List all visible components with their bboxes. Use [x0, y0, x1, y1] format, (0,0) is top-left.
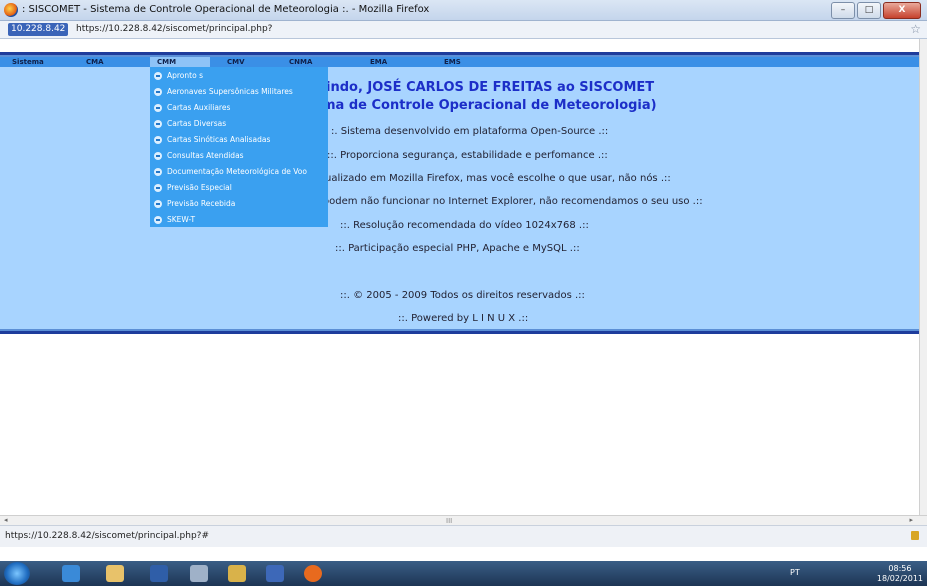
menu-option-previsao-especial[interactable]: Previsão Especial	[154, 180, 232, 195]
media-player-icon[interactable]	[150, 565, 168, 582]
menu-option-label: Consultas Atendidas	[167, 151, 244, 160]
bottom-rule	[0, 331, 919, 334]
site-identity-badge[interactable]: 10.228.8.42	[8, 23, 69, 36]
word-icon[interactable]	[266, 565, 284, 582]
arrow-circle-icon	[154, 167, 162, 176]
info-line: ::. Resolução recomendada do vídeo 1024x…	[340, 220, 589, 231]
main-menu: Sistema CMA CMM CMV CNMA EMA EMS	[0, 57, 919, 67]
arrow-circle-icon	[154, 119, 162, 128]
info-line: :. Sistema desenvolvido em plataforma Op…	[331, 126, 609, 137]
menu-item-ema[interactable]: EMA	[370, 57, 387, 67]
menu-option-aeronaves[interactable]: Aeronaves Supersônicas Militares	[154, 84, 293, 99]
info-line: ::. Proporciona segurança, estabilidade …	[327, 150, 608, 161]
menu-option-previsao-recebida[interactable]: Previsão Recebida	[154, 196, 235, 211]
arrow-circle-icon	[154, 151, 162, 160]
arrow-circle-icon	[154, 215, 162, 224]
url-input[interactable]: https://10.228.8.42/siscomet/principal.p…	[76, 24, 272, 34]
close-button[interactable]: X	[883, 2, 921, 19]
menu-item-sistema[interactable]: Sistema	[12, 57, 44, 67]
menu-item-cmm[interactable]: CMM	[150, 57, 210, 67]
arrow-circle-icon	[154, 71, 162, 80]
menu-item-cma[interactable]: CMA	[86, 57, 104, 67]
windows-taskbar: PT 08:56 18/02/2011	[0, 561, 927, 586]
menu-option-label: Cartas Sinóticas Analisadas	[167, 135, 271, 144]
page-content: Sistema CMA CMM CMV CNMA EMA EMS indo, J…	[0, 39, 919, 515]
welcome-title: indo, JOSÉ CARLOS DE FREITAS ao SISCOMET	[326, 80, 655, 95]
clock-date: 18/02/2011	[876, 574, 923, 583]
window-controls: – □ X	[831, 2, 921, 19]
menu-option-label: Apronto s	[167, 71, 203, 80]
menu-option-label: SKEW-T	[167, 215, 196, 224]
arrow-circle-icon	[154, 183, 162, 192]
arrow-circle-icon	[154, 103, 162, 112]
menu-option-label: Cartas Auxiliares	[167, 103, 231, 112]
firefox-taskbar-icon[interactable]	[304, 565, 322, 582]
lock-icon[interactable]	[911, 531, 919, 540]
menu-option-cartas-auxiliares[interactable]: Cartas Auxiliares	[154, 100, 230, 115]
address-bar: 10.228.8.42 https://10.228.8.42/siscomet…	[0, 21, 927, 39]
desktop-gap	[0, 547, 927, 561]
firefox-logo-icon	[4, 3, 18, 17]
menu-option-label: Previsão Recebida	[167, 199, 236, 208]
info-line: ::. Participação especial PHP, Apache e …	[335, 243, 580, 254]
minimize-button[interactable]: –	[831, 2, 855, 19]
menu-option-skew-t[interactable]: SKEW-T	[154, 212, 195, 227]
maximize-button[interactable]: □	[857, 2, 881, 19]
menu-option-apronto-s[interactable]: Apronto s	[154, 68, 203, 83]
paint-icon[interactable]	[228, 565, 246, 582]
network-icon[interactable]	[190, 565, 208, 582]
menu-option-label: Documentação Meteorológica de Voo	[167, 167, 307, 176]
menu-option-label: Previsão Especial	[167, 183, 232, 192]
menu-item-ems[interactable]: EMS	[444, 57, 461, 67]
arrow-circle-icon	[154, 135, 162, 144]
status-text: https://10.228.8.42/siscomet/principal.p…	[5, 531, 209, 541]
status-bar: https://10.228.8.42/siscomet/principal.p…	[0, 525, 927, 548]
vertical-scrollbar[interactable]	[919, 39, 927, 515]
bookmark-star-icon[interactable]: ☆	[910, 22, 921, 36]
scroll-left-icon[interactable]: ◂	[4, 516, 8, 524]
welcome-subtitle: ma de Controle Operacional de Meteorolog…	[322, 98, 657, 113]
clock[interactable]: 08:56 18/02/2011	[877, 564, 923, 584]
powered-by-line: ::. Powered by L I N U X .::	[398, 313, 529, 324]
arrow-circle-icon	[154, 199, 162, 208]
cmm-dropdown-menu: Apronto s Aeronaves Supersônicas Militar…	[150, 67, 328, 227]
language-indicator[interactable]: PT	[790, 568, 800, 577]
internet-explorer-icon[interactable]	[62, 565, 80, 582]
menu-option-cartas-diversas[interactable]: Cartas Diversas	[154, 116, 226, 131]
menu-option-label: Aeronaves Supersônicas Militares	[167, 87, 293, 96]
copyright-line: ::. © 2005 - 2009 Todos os direitos rese…	[340, 290, 585, 301]
arrow-circle-icon	[154, 87, 162, 96]
window-title: : SISCOMET - Sistema de Controle Operaci…	[22, 4, 430, 15]
folder-icon[interactable]	[106, 565, 124, 582]
menu-option-label: Cartas Diversas	[167, 119, 227, 128]
menu-option-consultas-atendidas[interactable]: Consultas Atendidas	[154, 148, 244, 163]
welcome-panel: indo, JOSÉ CARLOS DE FREITAS ao SISCOMET…	[0, 67, 919, 329]
menu-option-cartas-sinoticas[interactable]: Cartas Sinóticas Analisadas	[154, 132, 270, 147]
scroll-grip[interactable]: III	[446, 517, 452, 525]
info-line: oodem não funcionar no Internet Explorer…	[323, 196, 703, 207]
menu-item-cmv[interactable]: CMV	[227, 57, 245, 67]
menu-option-documentacao[interactable]: Documentação Meteorológica de Voo	[154, 164, 307, 179]
scroll-right-icon[interactable]: ▸	[909, 516, 913, 524]
info-line: ualizado em Mozilla Firefox, mas você es…	[325, 173, 671, 184]
window-titlebar: : SISCOMET - Sistema de Controle Operaci…	[0, 0, 927, 21]
start-button[interactable]	[4, 562, 30, 585]
clock-time: 08:56	[888, 564, 912, 573]
menu-item-cnma[interactable]: CNMA	[289, 57, 312, 67]
